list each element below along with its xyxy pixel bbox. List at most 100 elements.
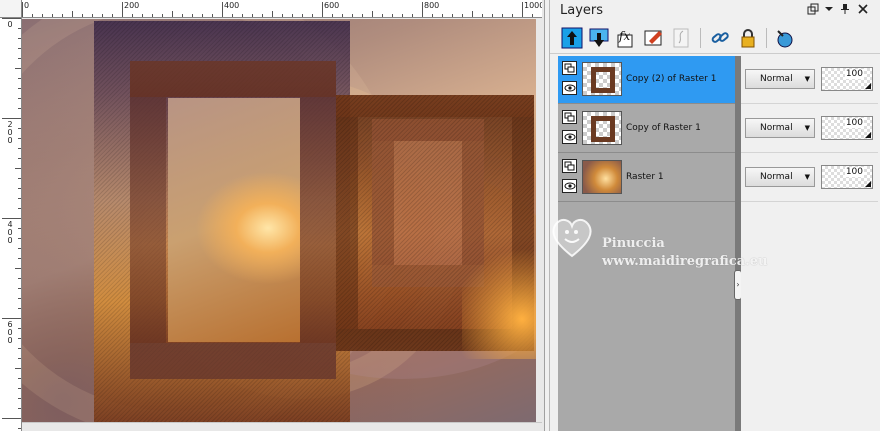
ruler-label: 200 bbox=[124, 1, 140, 10]
restore-icon[interactable] bbox=[806, 3, 820, 17]
layer-row[interactable]: Copy of Raster 1 bbox=[558, 105, 735, 153]
ruler-tick bbox=[422, 2, 423, 17]
ruler-label: 6 0 0 bbox=[7, 320, 13, 345]
lock-icon[interactable] bbox=[736, 26, 760, 50]
pin-icon[interactable] bbox=[838, 3, 852, 17]
layer-icons bbox=[562, 159, 578, 199]
layer-thumbnail bbox=[582, 160, 622, 194]
layer-name: Copy (2) of Raster 1 bbox=[626, 74, 717, 84]
ruler-tick bbox=[182, 14, 183, 17]
ruler-tick bbox=[162, 14, 163, 17]
ruler-tick bbox=[2, 218, 21, 219]
ruler-label: 2 0 0 bbox=[7, 120, 13, 145]
opacity-field[interactable]: 100 bbox=[821, 165, 873, 189]
blend-mode-dropdown[interactable]: Normal ▼ bbox=[745, 69, 815, 89]
eye-icon[interactable] bbox=[562, 179, 577, 193]
ruler-tick bbox=[62, 14, 63, 17]
close-icon[interactable] bbox=[856, 3, 870, 17]
ruler-tick bbox=[252, 14, 253, 17]
ruler-label: 400 bbox=[224, 1, 240, 10]
vertical-ruler: 0 2 0 0 4 0 0 6 0 0 bbox=[0, 18, 22, 431]
ruler-corner bbox=[0, 0, 22, 18]
link-icon[interactable] bbox=[708, 26, 732, 50]
blend-mode-dropdown[interactable]: Normal ▼ bbox=[745, 167, 815, 187]
ruler-tick bbox=[2, 118, 21, 119]
ruler-tick bbox=[72, 11, 73, 17]
layers-list: Copy (2) of Raster 1 Copy of Raster 1 Ra… bbox=[558, 56, 878, 431]
ruler-tick bbox=[132, 14, 133, 17]
ruler-tick bbox=[102, 14, 103, 17]
blend-mode-label: Normal bbox=[760, 172, 793, 182]
ruler-tick bbox=[332, 14, 333, 17]
blend-mode-dropdown[interactable]: Normal ▼ bbox=[745, 118, 815, 138]
ruler-tick bbox=[442, 14, 443, 17]
chevron-down-icon: ▼ bbox=[804, 124, 810, 132]
layer-properties: Normal ▼ 100 bbox=[741, 154, 878, 202]
ruler-tick bbox=[172, 11, 173, 17]
ruler-tick bbox=[432, 14, 433, 17]
add-effect-icon[interactable]: fx bbox=[614, 26, 638, 50]
ruler-tick bbox=[202, 14, 203, 17]
opacity-field[interactable]: 100 bbox=[821, 116, 873, 140]
toolbar-separator bbox=[766, 28, 767, 48]
edit-selection-icon[interactable] bbox=[642, 26, 666, 50]
opacity-field[interactable]: 100 bbox=[821, 67, 873, 91]
eye-icon[interactable] bbox=[562, 81, 577, 95]
move-layer-down-icon[interactable] bbox=[587, 26, 611, 50]
layer-row[interactable]: Raster 1 bbox=[558, 154, 735, 202]
ruler-tick bbox=[352, 14, 353, 17]
layer-properties: Normal ▼ 100 bbox=[741, 105, 878, 153]
ruler-label: 600 bbox=[324, 1, 340, 10]
ruler-tick bbox=[2, 418, 21, 419]
ruler-tick bbox=[15, 168, 21, 169]
canvas-area[interactable]: 0 200 400 600 800 1000 0 2 0 0 4 0 0 6 0 0 bbox=[0, 0, 545, 431]
layer-thumbnail bbox=[582, 111, 622, 145]
ruler-tick bbox=[342, 14, 343, 17]
ruler-tick bbox=[502, 14, 503, 17]
opacity-value: 100 bbox=[844, 69, 864, 79]
ruler-tick bbox=[482, 14, 483, 17]
ruler-tick bbox=[122, 2, 123, 17]
ruler-tick bbox=[222, 2, 223, 17]
layer-group-icon[interactable] bbox=[562, 110, 577, 124]
ruler-tick bbox=[32, 14, 33, 17]
ruler-tick bbox=[192, 14, 193, 17]
chevron-down-icon: ▼ bbox=[804, 173, 810, 181]
ruler-tick bbox=[152, 14, 153, 17]
opacity-value: 100 bbox=[844, 167, 864, 177]
ruler-tick bbox=[532, 14, 533, 17]
svg-text:fx: fx bbox=[618, 29, 630, 43]
ruler-tick bbox=[2, 318, 21, 319]
ruler-tick bbox=[82, 14, 83, 17]
ruler-tick bbox=[92, 14, 93, 17]
ruler-tick bbox=[462, 14, 463, 17]
chevron-down-icon[interactable] bbox=[822, 3, 836, 17]
mask-icon[interactable] bbox=[772, 26, 796, 50]
ruler-tick bbox=[522, 2, 523, 17]
horizontal-scrollbar[interactable] bbox=[22, 422, 542, 431]
ruler-label: 4 0 0 bbox=[7, 220, 13, 245]
ruler-tick bbox=[15, 268, 21, 269]
image-canvas[interactable] bbox=[22, 19, 536, 422]
ruler-tick bbox=[232, 14, 233, 17]
ruler-tick bbox=[512, 14, 513, 17]
ruler-tick bbox=[392, 14, 393, 17]
layer-group-icon[interactable] bbox=[562, 159, 577, 173]
ruler-tick bbox=[322, 2, 323, 17]
layer-icons bbox=[562, 110, 578, 150]
layer-thumbnail bbox=[582, 62, 622, 96]
ruler-tick bbox=[382, 14, 383, 17]
app-window: 0 200 400 600 800 1000 0 2 0 0 4 0 0 6 0 0 Layer… bbox=[0, 0, 880, 431]
layer-group-icon[interactable] bbox=[562, 61, 577, 75]
ruler-label: 800 bbox=[424, 1, 440, 10]
opacity-value: 100 bbox=[844, 118, 864, 128]
move-layer-up-icon[interactable] bbox=[560, 26, 584, 50]
layer-row[interactable]: Copy (2) of Raster 1 bbox=[558, 56, 735, 104]
eye-icon[interactable] bbox=[562, 130, 577, 144]
ruler-tick bbox=[292, 14, 293, 17]
ruler-tick bbox=[372, 11, 373, 17]
ruler-tick bbox=[42, 14, 43, 17]
vertical-scrollbar[interactable] bbox=[537, 19, 544, 422]
vector-layer-icon[interactable] bbox=[670, 26, 694, 50]
horizontal-ruler: 0 200 400 600 800 1000 bbox=[22, 0, 542, 18]
